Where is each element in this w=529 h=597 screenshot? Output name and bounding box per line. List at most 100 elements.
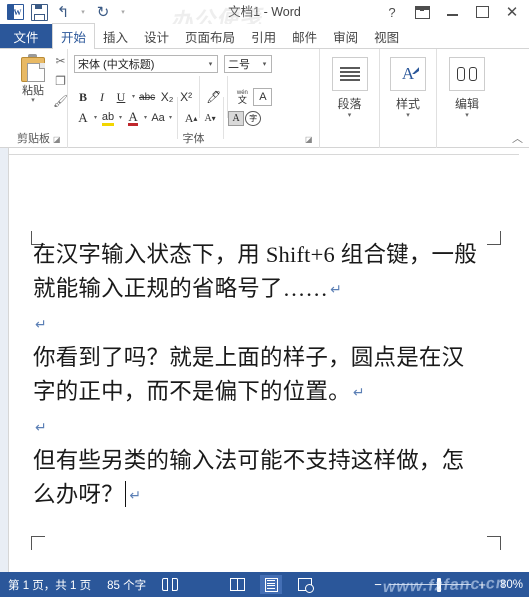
paragraph-3-text: 你看到了吗？就是上面的样子，圆点是在汉字的正中，而不是偏下的位置。 [33,345,465,404]
editing-label: 编辑 [454,97,479,111]
ribbon-group-editing[interactable]: 编辑 ▾ [437,49,497,148]
tab-review[interactable]: 审阅 [325,24,366,48]
paragraph-icon [339,67,360,81]
enclose-character-icon[interactable]: 字 [245,110,262,126]
view-web-layout[interactable] [294,575,316,594]
paste-dropdown-caret[interactable]: ▾ [31,97,35,104]
highlight-dropdown-caret[interactable]: ▾ [118,115,123,121]
text-effects-icon[interactable]: A [74,109,92,127]
paragraph-4-empty[interactable]: ↵ [33,410,485,444]
editing-group-button[interactable] [449,57,485,91]
tab-design[interactable]: 设计 [136,24,177,48]
pilcrow-3: ↵ [352,385,365,401]
font-name-dropdown-caret[interactable]: ▾ [204,56,217,72]
clipboard-side-tools: ✂ ❐ 🖌 [52,53,69,109]
editing-dropdown-caret[interactable]: ▾ [437,111,497,119]
tab-home[interactable]: 开始 [52,23,96,49]
paragraph-label: 段落 [337,97,362,111]
format-painter-icon[interactable]: 🖌 [52,93,69,109]
tab-page-layout[interactable]: 页面布局 [177,24,243,48]
word-window: W ↰ ▾ ↻ ▾ 文档1 - Word ? ✕ 办公便笺 文件 开始 插入 设… [0,0,529,597]
zoom-slider-thumb[interactable] [436,577,441,592]
document-text-body[interactable]: 在汉字输入状态下，用 Shift+6 组合键，一般就能输入正规的省略号了…… ↵ … [33,238,485,513]
tab-mailings[interactable]: 邮件 [284,24,325,48]
tab-insert[interactable]: 插入 [95,24,136,48]
copy-icon[interactable]: ❐ [52,73,69,89]
document-page[interactable]: 在汉字输入状态下，用 Shift+6 组合键，一般就能输入正规的省略号了…… ↵ … [9,154,519,572]
shrink-font-icon[interactable]: A ▾ [201,109,219,127]
styles-group-button[interactable]: A [390,57,426,91]
zoom-in-button[interactable]: + [476,576,488,594]
view-print-layout[interactable] [260,575,283,594]
font-dialog-launcher[interactable]: ◪ [305,135,315,145]
view-buttons [226,575,316,594]
styles-label: 样式 [395,97,420,111]
cut-icon[interactable]: ✂ [52,53,69,69]
font-group-label: 字体 [182,133,205,145]
pilcrow-1: ↵ [330,282,343,298]
text-boundary-mark-bottom-left [31,536,45,550]
proofing-icon[interactable] [154,572,186,597]
ribbon-display-options-icon[interactable] [407,1,437,23]
font-size-value: 二号 [228,59,250,71]
tab-file[interactable]: 文件 [0,24,52,48]
pilcrow-2: ↵ [35,317,47,333]
word-logo-letter: W [13,7,22,17]
paragraph-5[interactable]: 但有些另类的输入法可能不支持这样做，怎么办呀？ ↵ [33,444,485,513]
page-top-border [9,154,519,155]
font-size-dropdown-caret[interactable]: ▾ [258,56,271,72]
tab-references[interactable]: 引用 [243,24,284,48]
paragraph-3[interactable]: 你看到了吗？就是上面的样子，圆点是在汉字的正中，而不是偏下的位置。 ↵ [33,341,485,410]
title-bar: W ↰ ▾ ↻ ▾ 文档1 - Word ? ✕ 办公便笺 [0,0,529,34]
font-color-dropdown-caret[interactable]: ▾ [143,115,148,121]
paste-icon [20,54,46,82]
maximize-icon[interactable] [467,1,497,23]
window-controls: ? ✕ [377,0,527,24]
text-boundary-mark-bottom-right [487,536,501,550]
change-case-dropdown-caret[interactable]: ▾ [168,115,173,121]
ribbon: 粘贴 ▾ ✂ ❐ 🖌 剪贴板 ◪ 宋体 (中文标题) ▾ 二号 ▾ B I U … [0,48,529,148]
ribbon-tab-bar: 文件 开始 插入 设计 页面布局 引用 邮件 审阅 视图 [0,23,529,49]
ribbon-group-paragraph[interactable]: 段落 ▾ [320,49,380,148]
view-read-mode[interactable] [226,575,248,594]
ribbon-group-font: 宋体 (中文标题) ▾ 二号 ▾ B I U ▾ abc X₂ X² 🖊 wén [68,49,320,148]
font-color-icon[interactable]: A [124,109,142,127]
change-case-icon[interactable]: Aa [149,109,167,127]
paragraph-group-button[interactable] [331,57,368,91]
text-highlight-color-icon[interactable]: ab [99,109,117,127]
text-cursor [124,481,127,507]
character-shading-icon[interactable]: A [228,110,245,126]
paste-button[interactable]: 粘贴 ▾ [10,54,56,104]
font-name-value: 宋体 (中文标题) [78,59,155,71]
help-icon[interactable]: ? [377,1,407,23]
word-count[interactable]: 85 个字 [99,572,154,597]
minimize-icon[interactable] [437,1,467,23]
zoom-out-button[interactable]: − [372,576,384,594]
page-info[interactable]: 第 1 页，共 1 页 [0,572,99,597]
grow-font-icon[interactable]: A ▴ [182,109,200,127]
font-name-input[interactable]: 宋体 (中文标题) ▾ [74,55,218,73]
text-boundary-mark-top-right [487,231,501,245]
styles-dropdown-caret[interactable]: ▾ [380,111,436,119]
clipboard-dialog-launcher[interactable]: ◪ [53,135,63,145]
paragraph-dropdown-caret[interactable]: ▾ [320,111,379,119]
zoom-slider[interactable] [389,576,471,594]
ribbon-group-styles[interactable]: A 样式 ▾ [380,49,437,148]
zoom-percent[interactable]: 80% [493,579,523,591]
pilcrow-4: ↵ [35,420,47,436]
font-size-input[interactable]: 二号 ▾ [224,55,272,73]
paragraph-1-text: 在汉字输入状态下，用 Shift+6 组合键，一般就能输入正规的省略号了…… [33,242,477,301]
text-effects-dropdown-caret[interactable]: ▾ [93,115,98,121]
collapse-ribbon-icon[interactable]: ︿ [512,134,523,145]
paragraph-1[interactable]: 在汉字输入状态下，用 Shift+6 组合键，一般就能输入正规的省略号了…… ↵ [33,238,485,307]
pilcrow-5: ↵ [129,488,142,504]
close-icon[interactable]: ✕ [497,1,527,23]
zoom-control: − + 80% [372,576,529,594]
tab-view[interactable]: 视图 [366,24,407,48]
paragraph-5-text: 但有些另类的输入法可能不支持这样做，怎么办呀？ [33,448,465,507]
styles-icon: A [401,64,415,83]
ribbon-group-clipboard: 粘贴 ▾ ✂ ❐ 🖌 剪贴板 ◪ [0,49,68,148]
binoculars-icon [457,67,477,81]
paragraph-2-empty[interactable]: ↵ [33,307,485,341]
status-bar: 第 1 页，共 1 页 85 个字 − + 80% www.fzfanc.cn [0,572,529,597]
